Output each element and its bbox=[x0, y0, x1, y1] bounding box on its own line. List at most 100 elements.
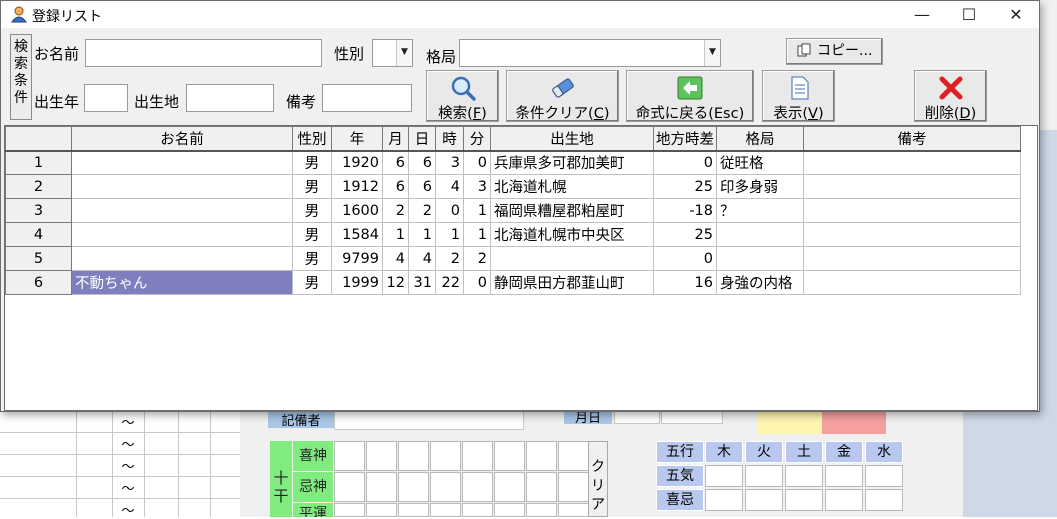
column-header-month[interactable]: 月 bbox=[382, 126, 409, 152]
kanshi-cell[interactable] bbox=[526, 472, 557, 502]
column-header-birthplace[interactable]: 出生地 bbox=[490, 126, 654, 152]
kakkyoku-cell[interactable] bbox=[716, 246, 804, 271]
kanshi-cell[interactable] bbox=[462, 472, 493, 502]
day-cell[interactable]: 31 bbox=[408, 270, 436, 295]
birthplace-cell[interactable]: 兵庫県多可郡加美町 bbox=[490, 150, 654, 175]
column-header-name[interactable]: お名前 bbox=[71, 126, 293, 152]
day-cell[interactable]: 1 bbox=[408, 222, 436, 247]
memo-cell[interactable] bbox=[803, 174, 1021, 199]
kanshi-cell[interactable] bbox=[494, 503, 525, 517]
time-diff-cell[interactable]: 16 bbox=[653, 270, 717, 295]
name-cell[interactable]: 不動ちゃん bbox=[71, 270, 293, 295]
birthplace-cell[interactable]: 静岡県田方郡韮山町 bbox=[490, 270, 654, 295]
month-cell[interactable]: 2 bbox=[382, 198, 409, 223]
kakkyoku-cell[interactable]: ？ bbox=[716, 198, 804, 223]
kanshi-cell[interactable] bbox=[462, 441, 493, 471]
search-condition-button[interactable]: 検索条件 bbox=[10, 34, 32, 120]
time-diff-cell[interactable]: 25 bbox=[653, 174, 717, 199]
column-header-kakkyoku[interactable]: 格局 bbox=[716, 126, 804, 152]
kanshi-cell[interactable] bbox=[430, 441, 461, 471]
memo-cell[interactable] bbox=[803, 246, 1021, 271]
memo-field[interactable] bbox=[334, 410, 524, 430]
kanshi-cell[interactable] bbox=[558, 503, 589, 517]
date-field[interactable] bbox=[661, 410, 723, 424]
kanshi-cell[interactable] bbox=[398, 503, 429, 517]
kanshi-cell[interactable] bbox=[526, 503, 557, 517]
hour-cell[interactable]: 2 bbox=[435, 246, 464, 271]
kanshi-cell[interactable] bbox=[398, 472, 429, 502]
gender-cell[interactable]: 男 bbox=[292, 222, 332, 247]
kanshi-cell[interactable] bbox=[366, 472, 397, 502]
gender-cell[interactable]: 男 bbox=[292, 150, 332, 175]
name-cell[interactable] bbox=[71, 150, 293, 175]
name-cell[interactable] bbox=[71, 174, 293, 199]
hour-cell[interactable]: 22 bbox=[435, 270, 464, 295]
chevron-down-icon[interactable]: ▼ bbox=[704, 40, 720, 66]
kanshi-cell[interactable] bbox=[334, 441, 365, 471]
year-cell[interactable]: 1920 bbox=[331, 150, 383, 175]
clear-button[interactable]: クリア bbox=[588, 441, 608, 517]
time-diff-cell[interactable]: 25 bbox=[653, 222, 717, 247]
year-cell[interactable]: 1584 bbox=[331, 222, 383, 247]
minute-cell[interactable]: 1 bbox=[463, 222, 491, 247]
gender-select[interactable]: ▼ bbox=[372, 39, 413, 67]
month-cell[interactable]: 4 bbox=[382, 246, 409, 271]
show-button[interactable]: 表示(V) bbox=[762, 70, 835, 122]
birthyear-input[interactable] bbox=[84, 84, 128, 112]
kanshi-cell[interactable] bbox=[430, 503, 461, 517]
birthplace-cell[interactable]: 福岡県糟屋郡粕屋町 bbox=[490, 198, 654, 223]
birthplace-input[interactable] bbox=[186, 84, 274, 112]
memo-cell[interactable] bbox=[803, 270, 1021, 295]
row-number[interactable]: 5 bbox=[5, 246, 72, 271]
kakkyoku-cell[interactable] bbox=[716, 222, 804, 247]
row-number[interactable]: 6 bbox=[5, 270, 72, 295]
month-cell[interactable]: 6 bbox=[382, 150, 409, 175]
table-row[interactable]: 4 男 1584 1 1 1 1 北海道札幌市中央区 25 bbox=[5, 222, 1021, 247]
clear-condition-button[interactable]: 条件クリア(C) bbox=[506, 70, 619, 122]
minute-cell[interactable]: 3 bbox=[463, 174, 491, 199]
row-number[interactable]: 3 bbox=[5, 198, 72, 223]
year-cell[interactable]: 9799 bbox=[331, 246, 383, 271]
kanshi-cell[interactable] bbox=[430, 472, 461, 502]
column-header-memo[interactable]: 備考 bbox=[803, 126, 1021, 152]
minute-cell[interactable]: 2 bbox=[463, 246, 491, 271]
kanshi-cell[interactable] bbox=[558, 472, 589, 502]
memo-cell[interactable] bbox=[803, 198, 1021, 223]
kanshi-cell[interactable] bbox=[334, 472, 365, 502]
table-row[interactable]: 1 男 1920 6 6 3 0 兵庫県多可郡加美町 0 従旺格 bbox=[5, 150, 1021, 175]
kanshi-cell[interactable] bbox=[398, 441, 429, 471]
kanshi-cell[interactable] bbox=[494, 441, 525, 471]
chevron-down-icon[interactable]: ▼ bbox=[396, 40, 412, 66]
minimize-button[interactable]: — bbox=[899, 1, 945, 28]
memo-cell[interactable] bbox=[803, 150, 1021, 175]
row-number[interactable]: 1 bbox=[5, 150, 72, 175]
name-cell[interactable] bbox=[71, 198, 293, 223]
column-header-time-diff[interactable]: 地方時差 bbox=[653, 126, 717, 152]
minute-cell[interactable]: 0 bbox=[463, 270, 491, 295]
kakkyoku-cell[interactable]: 従旺格 bbox=[716, 150, 804, 175]
kanshi-cell[interactable] bbox=[526, 441, 557, 471]
kanshi-cell[interactable] bbox=[366, 441, 397, 471]
hour-cell[interactable]: 1 bbox=[435, 222, 464, 247]
name-cell[interactable] bbox=[71, 246, 293, 271]
column-header-rownum[interactable] bbox=[5, 126, 72, 152]
delete-button[interactable]: 削除(D) bbox=[914, 70, 987, 122]
day-cell[interactable]: 6 bbox=[408, 150, 436, 175]
column-header-hour[interactable]: 時 bbox=[435, 126, 464, 152]
hour-cell[interactable]: 3 bbox=[435, 150, 464, 175]
hour-cell[interactable]: 4 bbox=[435, 174, 464, 199]
table-row-selected[interactable]: 6 不動ちゃん 男 1999 12 31 22 0 静岡県田方郡韮山町 16 身… bbox=[5, 270, 1021, 295]
kanshi-cell[interactable] bbox=[558, 441, 589, 471]
copy-button[interactable]: コピー... bbox=[786, 38, 883, 65]
row-number[interactable]: 2 bbox=[5, 174, 72, 199]
kanshi-cell[interactable] bbox=[334, 503, 365, 517]
birthplace-cell[interactable]: 北海道札幌 bbox=[490, 174, 654, 199]
birthplace-cell[interactable]: 北海道札幌市中央区 bbox=[490, 222, 654, 247]
maximize-button[interactable]: ☐ bbox=[946, 1, 992, 28]
day-cell[interactable]: 2 bbox=[408, 198, 436, 223]
time-diff-cell[interactable]: 0 bbox=[653, 150, 717, 175]
table-row[interactable]: 3 男 1600 2 2 0 1 福岡県糟屋郡粕屋町 -18 ？ bbox=[5, 198, 1021, 223]
gender-cell[interactable]: 男 bbox=[292, 198, 332, 223]
column-header-minute[interactable]: 分 bbox=[463, 126, 491, 152]
kakkyoku-cell[interactable]: 身強の内格 bbox=[716, 270, 804, 295]
